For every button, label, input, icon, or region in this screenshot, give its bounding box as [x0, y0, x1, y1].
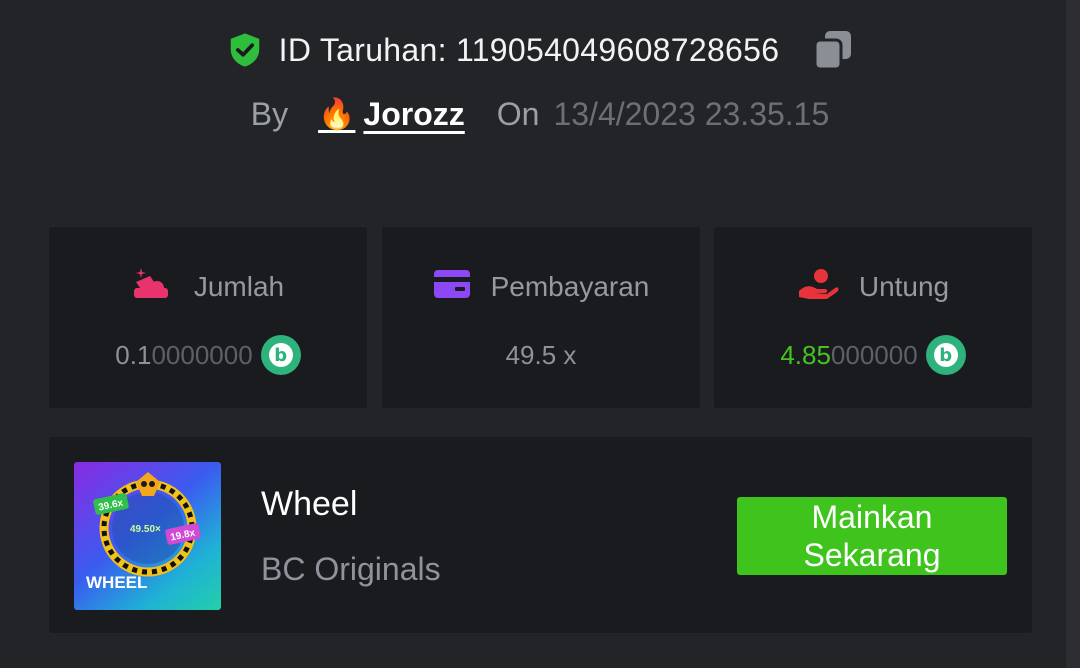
- bc-coin-icon: b: [925, 335, 966, 375]
- coin-glyph: b: [933, 343, 958, 367]
- amount-value: 0.1 0000000 b: [49, 335, 367, 375]
- bet-author-row: By 🔥 Jorozz On 13/4/2023 23.35.15: [0, 92, 1080, 136]
- scrollbar-track[interactable]: [1066, 0, 1080, 668]
- coins-icon: [132, 266, 174, 309]
- game-row: 39.6x 49.50× 19.8x WHEEL Wheel BC Origin…: [49, 437, 1032, 633]
- hand-profit-icon: [797, 267, 839, 308]
- coin-glyph: b: [268, 343, 293, 367]
- bet-stats: Jumlah 0.1 0000000 b Pembayaran 49.5 x U…: [49, 227, 1032, 408]
- profit-value-dim: 000000: [830, 339, 918, 370]
- profit-header: Untung: [714, 267, 1032, 307]
- amount-card: Jumlah 0.1 0000000 b: [49, 227, 367, 408]
- game-provider: BC Originals: [261, 551, 441, 587]
- amount-header: Jumlah: [49, 267, 367, 307]
- wallet-card-icon: [433, 268, 471, 307]
- wheel-game-thumbnail[interactable]: 39.6x 49.50× 19.8x WHEEL: [74, 462, 221, 610]
- profit-value-main: 4.85: [780, 339, 831, 370]
- payout-value: 49.5 x: [505, 339, 577, 370]
- profit-card: Untung 4.85 000000 b: [714, 227, 1032, 408]
- username-text: Jorozz: [363, 95, 465, 132]
- copy-icon[interactable]: [811, 28, 855, 72]
- bet-detail-panel: ID Taruhan: 119054049608728656 By 🔥 Joro…: [0, 0, 1066, 668]
- by-label: By: [250, 95, 289, 132]
- amount-value-dim: 0000000: [151, 339, 253, 370]
- on-label: On: [496, 95, 540, 132]
- bet-id-row: ID Taruhan: 119054049608728656: [0, 28, 1080, 72]
- amount-label: Jumlah: [193, 271, 285, 302]
- amount-value-main: 0.1: [115, 339, 152, 370]
- username-link[interactable]: 🔥 Jorozz: [318, 96, 465, 133]
- play-now-button[interactable]: Mainkan Sekarang: [737, 497, 1007, 575]
- bc-coin-icon: b: [260, 335, 301, 375]
- verified-shield-icon: [225, 30, 265, 70]
- game-title[interactable]: Wheel: [261, 485, 357, 524]
- profit-value: 4.85 000000 b: [714, 335, 1032, 375]
- profit-label: Untung: [858, 271, 950, 302]
- payout-card: Pembayaran 49.5 x: [382, 227, 700, 408]
- payout-label: Pembayaran: [490, 271, 650, 302]
- thumb-multiplier-2: 49.50×: [130, 524, 161, 535]
- thumb-wheel-label: WHEEL: [86, 573, 147, 592]
- bet-id-text: ID Taruhan: 119054049608728656: [278, 31, 780, 68]
- fire-icon: 🔥: [318, 97, 356, 131]
- bet-datetime: 13/4/2023 23.35.15: [553, 95, 830, 132]
- payout-header: Pembayaran: [382, 267, 700, 307]
